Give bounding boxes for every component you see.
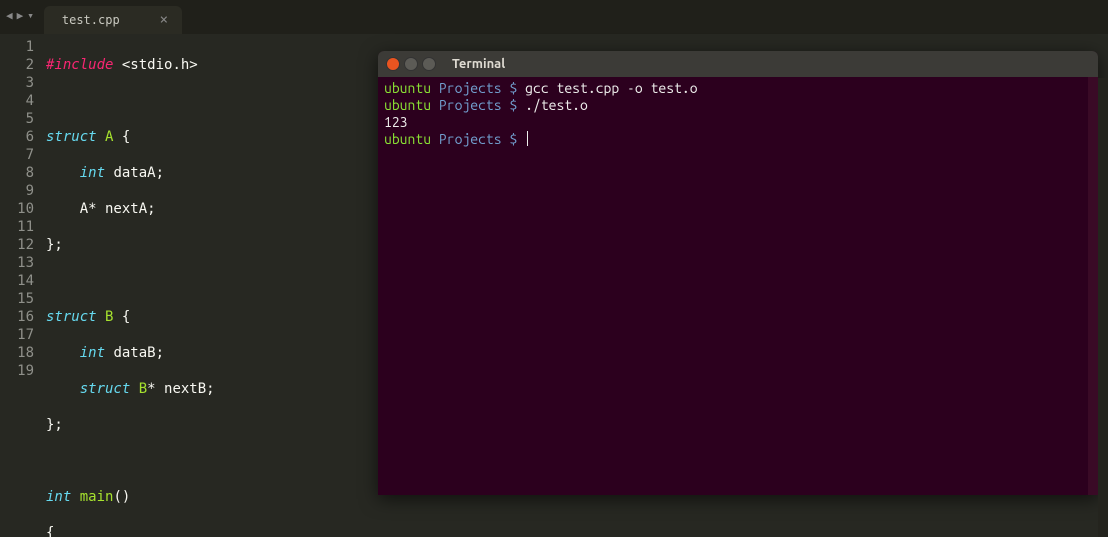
command-text — [517, 131, 525, 147]
tab-next-icon[interactable]: ▶ — [17, 9, 24, 22]
window-close-icon[interactable] — [386, 57, 400, 71]
line-number: 10 — [0, 200, 34, 218]
terminal-line: ubuntu Projects $ gcc test.cpp -o test.o — [384, 80, 1092, 97]
editor-scrollbar[interactable] — [1098, 78, 1108, 537]
line-gutter: 12345678910111213141516171819 — [0, 34, 42, 537]
line-number: 16 — [0, 308, 34, 326]
line-number: 2 — [0, 56, 34, 74]
prompt-user: ubuntu — [384, 80, 431, 96]
tab-label: test.cpp — [62, 13, 120, 27]
tab-prev-icon[interactable]: ◀ — [6, 9, 13, 22]
tab-menu-icon[interactable]: ▾ — [27, 9, 34, 22]
terminal-line: ubuntu Projects $ — [384, 131, 1092, 148]
line-number: 3 — [0, 74, 34, 92]
line-number: 13 — [0, 254, 34, 272]
terminal-titlebar[interactable]: Terminal — [378, 51, 1098, 77]
token-keyword: struct — [46, 309, 97, 325]
token-punct: { — [46, 525, 54, 537]
line-number: 6 — [0, 128, 34, 146]
line-number: 8 — [0, 164, 34, 182]
token-ident: A* nextA; — [46, 201, 156, 217]
token-punct: () — [113, 489, 130, 505]
prompt-dir: Projects — [431, 97, 509, 113]
token-punct: }; — [46, 417, 63, 433]
line-number: 7 — [0, 146, 34, 164]
command-text: ./test.o — [517, 97, 588, 113]
terminal-line: ubuntu Projects $ ./test.o — [384, 97, 1092, 114]
token-keyword: struct — [46, 129, 97, 145]
terminal-body[interactable]: ubuntu Projects $ gcc test.cpp -o test.o… — [378, 77, 1098, 151]
terminal-line: 123 — [384, 114, 1092, 131]
token-punct: { — [113, 309, 130, 325]
prompt-user: ubuntu — [384, 97, 431, 113]
terminal-scrollbar[interactable] — [1088, 77, 1098, 495]
window-maximize-icon[interactable] — [422, 57, 436, 71]
token-include: #include — [46, 57, 113, 73]
command-text: gcc test.cpp -o test.o — [517, 80, 697, 96]
token-ident: dataA; — [105, 165, 164, 181]
token-funcname: main — [71, 489, 113, 505]
line-number: 14 — [0, 272, 34, 290]
token-keyword: int — [46, 345, 105, 361]
line-number: 12 — [0, 236, 34, 254]
editor-tabbar: ◀ ▶ ▾ test.cpp × — [0, 0, 1108, 34]
line-number: 17 — [0, 326, 34, 344]
token-typename: B — [130, 381, 147, 397]
token-keyword: struct — [46, 381, 130, 397]
window-minimize-icon[interactable] — [404, 57, 418, 71]
line-number: 9 — [0, 182, 34, 200]
line-number: 5 — [0, 110, 34, 128]
token-typename: A — [97, 129, 114, 145]
line-number: 15 — [0, 290, 34, 308]
line-number: 4 — [0, 92, 34, 110]
line-number: 18 — [0, 344, 34, 362]
token-keyword: int — [46, 489, 71, 505]
token-typename: B — [97, 309, 114, 325]
terminal-window[interactable]: Terminal ubuntu Projects $ gcc test.cpp … — [378, 51, 1098, 495]
file-tab[interactable]: test.cpp × — [44, 6, 182, 34]
prompt-dir: Projects — [431, 131, 509, 147]
prompt-dir: Projects — [431, 80, 509, 96]
line-number: 1 — [0, 38, 34, 56]
cursor — [527, 131, 528, 146]
line-number: 11 — [0, 218, 34, 236]
line-number: 19 — [0, 362, 34, 380]
token-keyword: int — [46, 165, 105, 181]
token-punct: { — [113, 129, 130, 145]
token-ident: dataB; — [105, 345, 164, 361]
token-header: <stdio.h> — [113, 57, 197, 73]
close-icon[interactable]: × — [160, 12, 168, 28]
token-ident: * nextB; — [147, 381, 214, 397]
token-punct: }; — [46, 237, 63, 253]
tab-nav: ◀ ▶ ▾ — [6, 9, 34, 25]
terminal-title: Terminal — [452, 57, 505, 71]
prompt-user: ubuntu — [384, 131, 431, 147]
